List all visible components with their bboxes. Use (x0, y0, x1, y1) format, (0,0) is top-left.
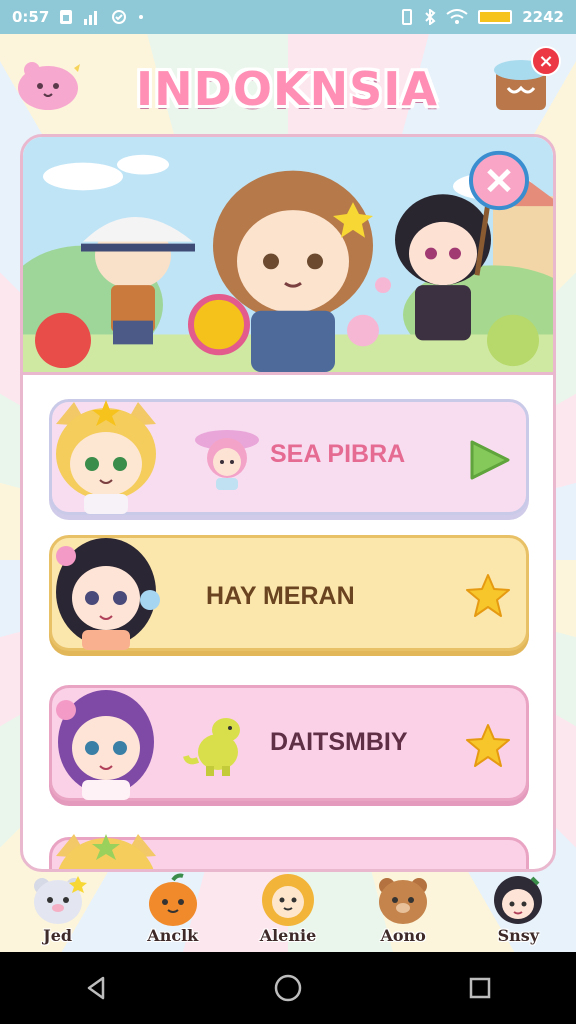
header: INDOKNSIA × (0, 34, 576, 134)
tab-aono[interactable]: Aono (353, 872, 453, 952)
list-item[interactable] (49, 834, 529, 869)
orange-cat-girl-avatar (56, 834, 156, 869)
status-bar: 0:57 2242 (0, 0, 576, 34)
mushroom-girl-icon (195, 430, 259, 490)
battery-icon (478, 10, 513, 24)
main-card: SEA PIBRA HAY MERAN DAITSMBIY (20, 134, 556, 872)
back-triangle-icon (87, 976, 105, 1000)
yellow-dino-icon (183, 718, 240, 776)
home-button[interactable] (268, 968, 308, 1008)
tab-alenie[interactable]: Alenie (238, 872, 338, 952)
list-item-label: DAITSMBIY (270, 728, 408, 756)
menu-list: SEA PIBRA HAY MERAN DAITSMBIY (23, 375, 553, 869)
recents-button[interactable] (460, 968, 500, 1008)
tab-label: Anclk (147, 926, 199, 945)
list-item-label: HAY MERAN (206, 582, 355, 610)
tab-anclk[interactable]: Anclk (123, 872, 223, 952)
tab-snsy[interactable]: Snsy (468, 872, 568, 952)
tab-label: Alenie (259, 926, 317, 945)
recents-square-icon (469, 977, 491, 999)
orange-buddy-icon (148, 873, 197, 926)
bottom-tab-bar: Jed Anclk Alenie Aono Snsy (0, 872, 576, 952)
signal-icon (84, 11, 98, 25)
black-hair-girl-avatar (56, 538, 160, 650)
bear-cub-icon (33, 876, 87, 924)
sync-icon (112, 10, 127, 24)
dark-hair-girl-icon (494, 876, 543, 924)
tab-label: Aono (380, 926, 426, 945)
close-button[interactable]: × (531, 46, 561, 76)
list-item-label: SEA PIBRA (270, 440, 406, 468)
vibrate-icon (402, 9, 413, 25)
app-title: INDOKNSIA (136, 62, 438, 116)
list-item[interactable]: HAY MERAN (49, 535, 529, 651)
bluetooth-icon (425, 9, 436, 25)
hero-banner-illustration (23, 137, 553, 375)
tab-jed[interactable]: Jed (8, 872, 108, 952)
wifi-icon (446, 9, 468, 24)
back-button[interactable] (76, 968, 116, 1008)
status-time: 0:57 (12, 8, 50, 26)
pink-blob-mascot-icon[interactable] (12, 50, 84, 114)
sim-icon (60, 10, 73, 24)
tab-label: Jed (43, 926, 73, 945)
tab-label: Snsy (497, 926, 540, 945)
status-clock: 2242 (522, 8, 564, 26)
blonde-cat-girl-avatar (56, 400, 156, 514)
system-nav-bar (0, 952, 576, 1024)
star-icon[interactable] (464, 722, 512, 770)
list-item[interactable]: DAITSMBIY (49, 685, 529, 801)
play-arrow-icon[interactable] (464, 436, 512, 484)
purple-hair-girl-avatar (56, 690, 154, 800)
home-circle-icon (274, 974, 302, 1002)
lion-buddy-icon (261, 874, 314, 926)
star-icon[interactable] (464, 572, 512, 620)
list-item[interactable]: SEA PIBRA (49, 399, 529, 515)
dot-icon (139, 15, 144, 19)
brown-bear-icon (379, 878, 428, 924)
